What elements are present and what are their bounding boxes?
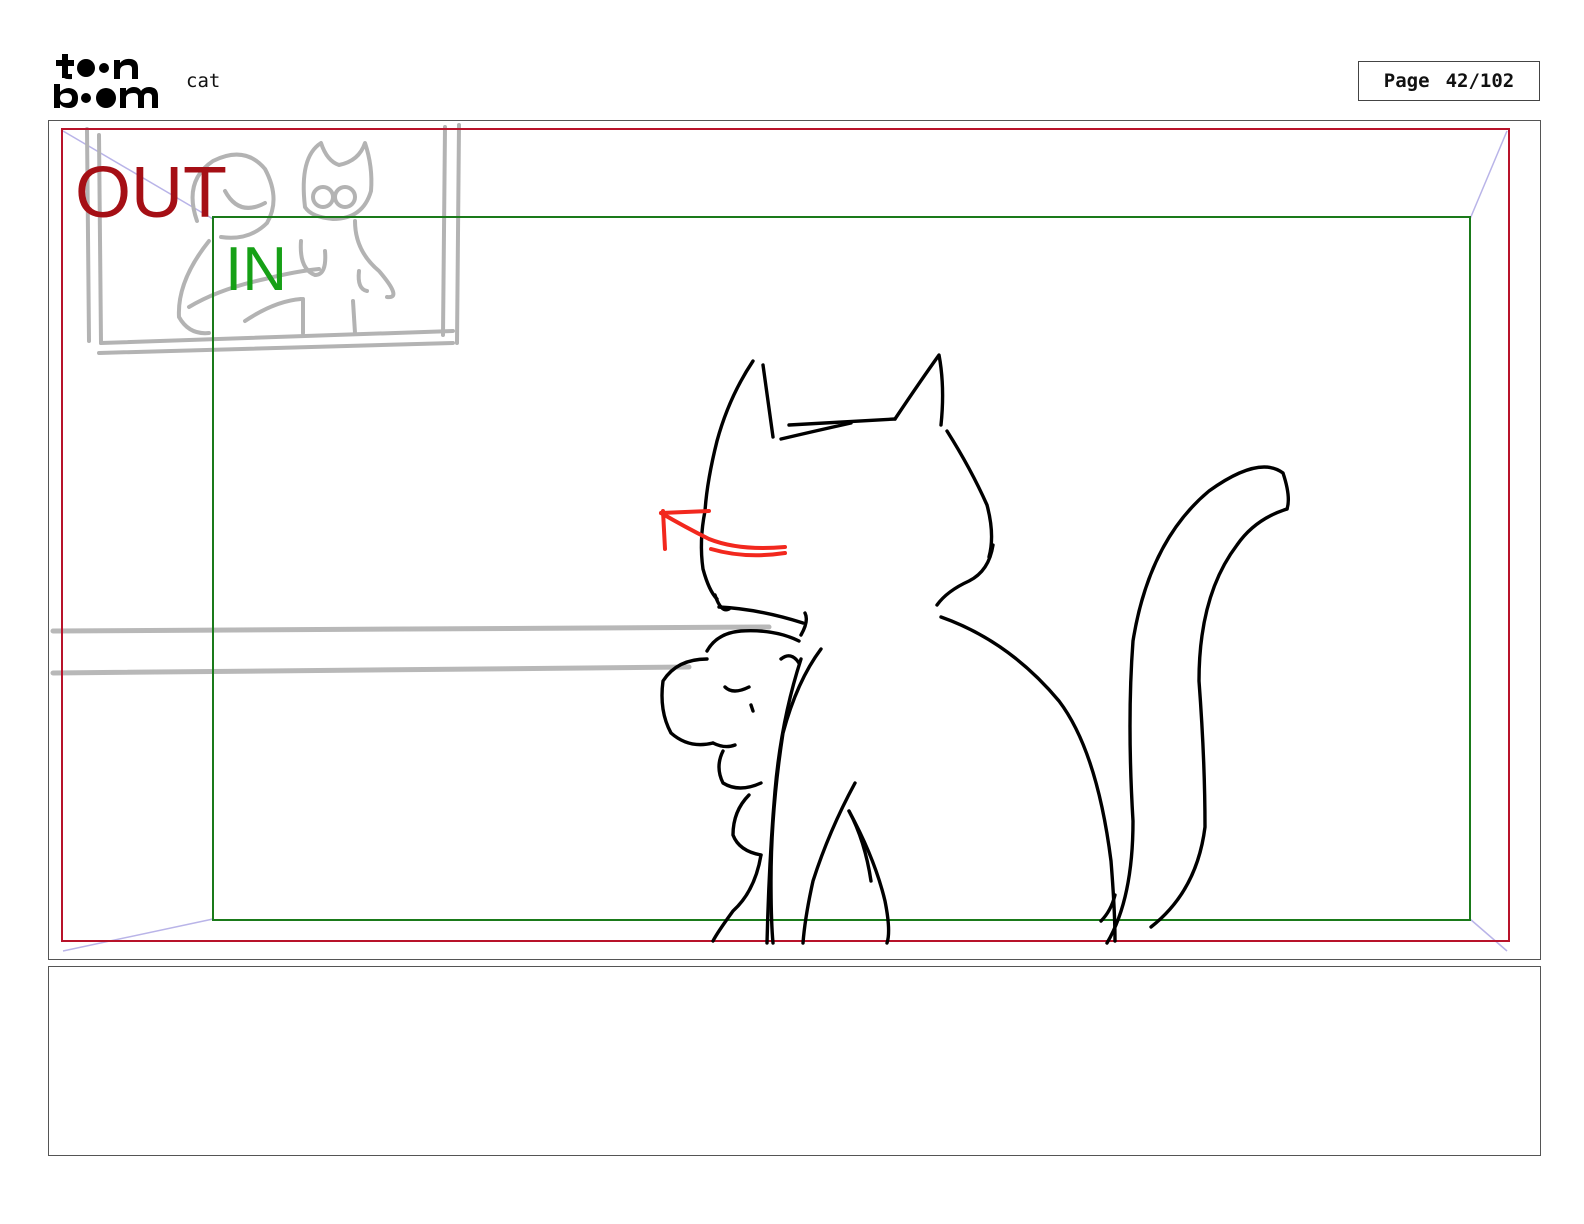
in-frame [212, 216, 1471, 921]
out-frame-label: OUT [75, 153, 227, 233]
caption-box[interactable] [48, 966, 1541, 1156]
in-frame-label: IN [225, 235, 287, 304]
background-table-sketch [50, 624, 772, 676]
cat-character-drawing [660, 353, 1291, 945]
logo-mark-m [120, 87, 158, 108]
logo-mark-n [114, 58, 138, 79]
logo-mark-t [56, 54, 74, 80]
logo-dot [77, 59, 95, 77]
logo-dot [81, 93, 91, 103]
logo-dot [96, 88, 116, 108]
project-name: cat [186, 70, 221, 92]
motion-arrow [659, 509, 787, 558]
logo-mark-b [54, 84, 78, 108]
logo-dot [99, 63, 109, 73]
storyboard-panel: OUT IN [48, 120, 1541, 960]
toon-boom-logo [54, 54, 158, 108]
page-number: 42/102 [1445, 70, 1515, 92]
page-indicator: Page 42/102 [1358, 61, 1540, 101]
page-label: Page [1383, 70, 1430, 92]
